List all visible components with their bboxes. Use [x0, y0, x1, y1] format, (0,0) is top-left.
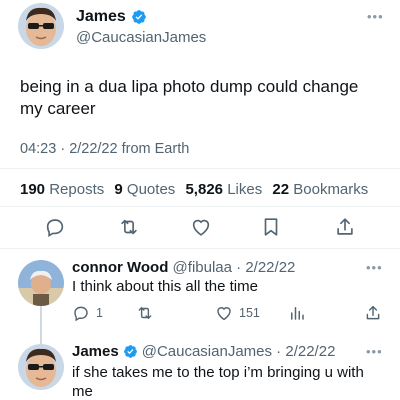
reply-date[interactable]: 2/22/22 — [245, 259, 295, 276]
likes-count[interactable]: 5,826 — [185, 181, 223, 198]
share-button[interactable] — [364, 304, 382, 322]
meta-separator: · — [231, 259, 246, 276]
reply-header: connor Wood @fibulaa · 2/22/22 — [72, 259, 295, 276]
repost-button[interactable] — [136, 304, 154, 322]
like-count: 151 — [239, 306, 260, 320]
share-icon — [334, 216, 356, 238]
repost-icon — [136, 304, 154, 322]
author-handle[interactable]: @CaucasianJames — [76, 29, 206, 46]
tweet-meta: 04:23 · 2/22/22 from Earth — [20, 141, 189, 157]
more-dots-icon[interactable]: ••• — [367, 10, 384, 23]
engagement-stats: 190 Reposts 9 Quotes 5,826 Likes 22 Book… — [20, 181, 374, 198]
meta-separator: · — [272, 343, 286, 360]
reposts-count[interactable]: 190 — [20, 181, 45, 198]
likes-label[interactable]: Likes — [227, 181, 262, 198]
reply-date[interactable]: 2/22/22 — [285, 343, 335, 360]
reply-count: 1 — [96, 306, 103, 320]
bookmark-icon — [260, 216, 282, 238]
reply-text: if she takes me to the top i’m bringing … — [72, 364, 364, 400]
reply-button[interactable]: 1 — [72, 304, 103, 322]
share-icon — [364, 304, 382, 322]
reply-button[interactable] — [44, 216, 66, 238]
reply-icon — [44, 216, 66, 238]
like-icon — [215, 304, 233, 322]
author-display-name[interactable]: James — [76, 8, 126, 26]
views-button[interactable] — [288, 304, 306, 322]
reply-text: I think about this all the time — [72, 278, 258, 295]
share-button[interactable] — [334, 216, 356, 238]
more-dots-icon[interactable]: ••• — [366, 261, 383, 274]
repost-button[interactable] — [118, 216, 140, 238]
views-icon — [288, 304, 306, 322]
reply-avatar[interactable] — [18, 344, 64, 390]
reply-display-name[interactable]: connor Wood — [72, 259, 168, 276]
verified-badge-icon — [123, 344, 138, 359]
like-icon — [190, 216, 212, 238]
verified-badge-icon — [131, 9, 147, 25]
reply-handle[interactable]: @fibulaa — [173, 259, 232, 276]
tweet-date[interactable]: 2/22/22 — [69, 141, 117, 157]
more-dots-icon[interactable]: ••• — [366, 345, 383, 358]
tweet-time[interactable]: 04:23 — [20, 141, 56, 157]
quotes-count[interactable]: 9 — [114, 181, 122, 198]
bookmark-button[interactable] — [260, 216, 282, 238]
bookmarks-count[interactable]: 22 — [272, 181, 289, 198]
tweet-text: being in a dua lipa photo dump could cha… — [20, 77, 359, 118]
reply-handle[interactable]: @CaucasianJames — [142, 343, 272, 360]
divider — [0, 248, 400, 249]
divider — [0, 168, 400, 169]
reply-header: James @CaucasianJames · 2/22/22 — [72, 343, 335, 360]
like-button[interactable] — [190, 216, 212, 238]
tweet-source: from Earth — [121, 141, 190, 157]
reply-avatar[interactable] — [18, 260, 64, 306]
like-button[interactable]: 151 — [215, 304, 260, 322]
repost-icon — [118, 216, 140, 238]
reply-display-name[interactable]: James — [72, 343, 119, 360]
author-name-row[interactable]: James — [76, 8, 147, 26]
divider — [0, 206, 400, 207]
quotes-label[interactable]: Quotes — [127, 181, 175, 198]
author-avatar[interactable] — [18, 3, 64, 49]
bookmarks-label[interactable]: Bookmarks — [293, 181, 368, 198]
reply-icon — [72, 304, 90, 322]
meta-separator: · — [56, 141, 70, 157]
thread-line — [40, 306, 42, 346]
reposts-label[interactable]: Reposts — [49, 181, 104, 198]
